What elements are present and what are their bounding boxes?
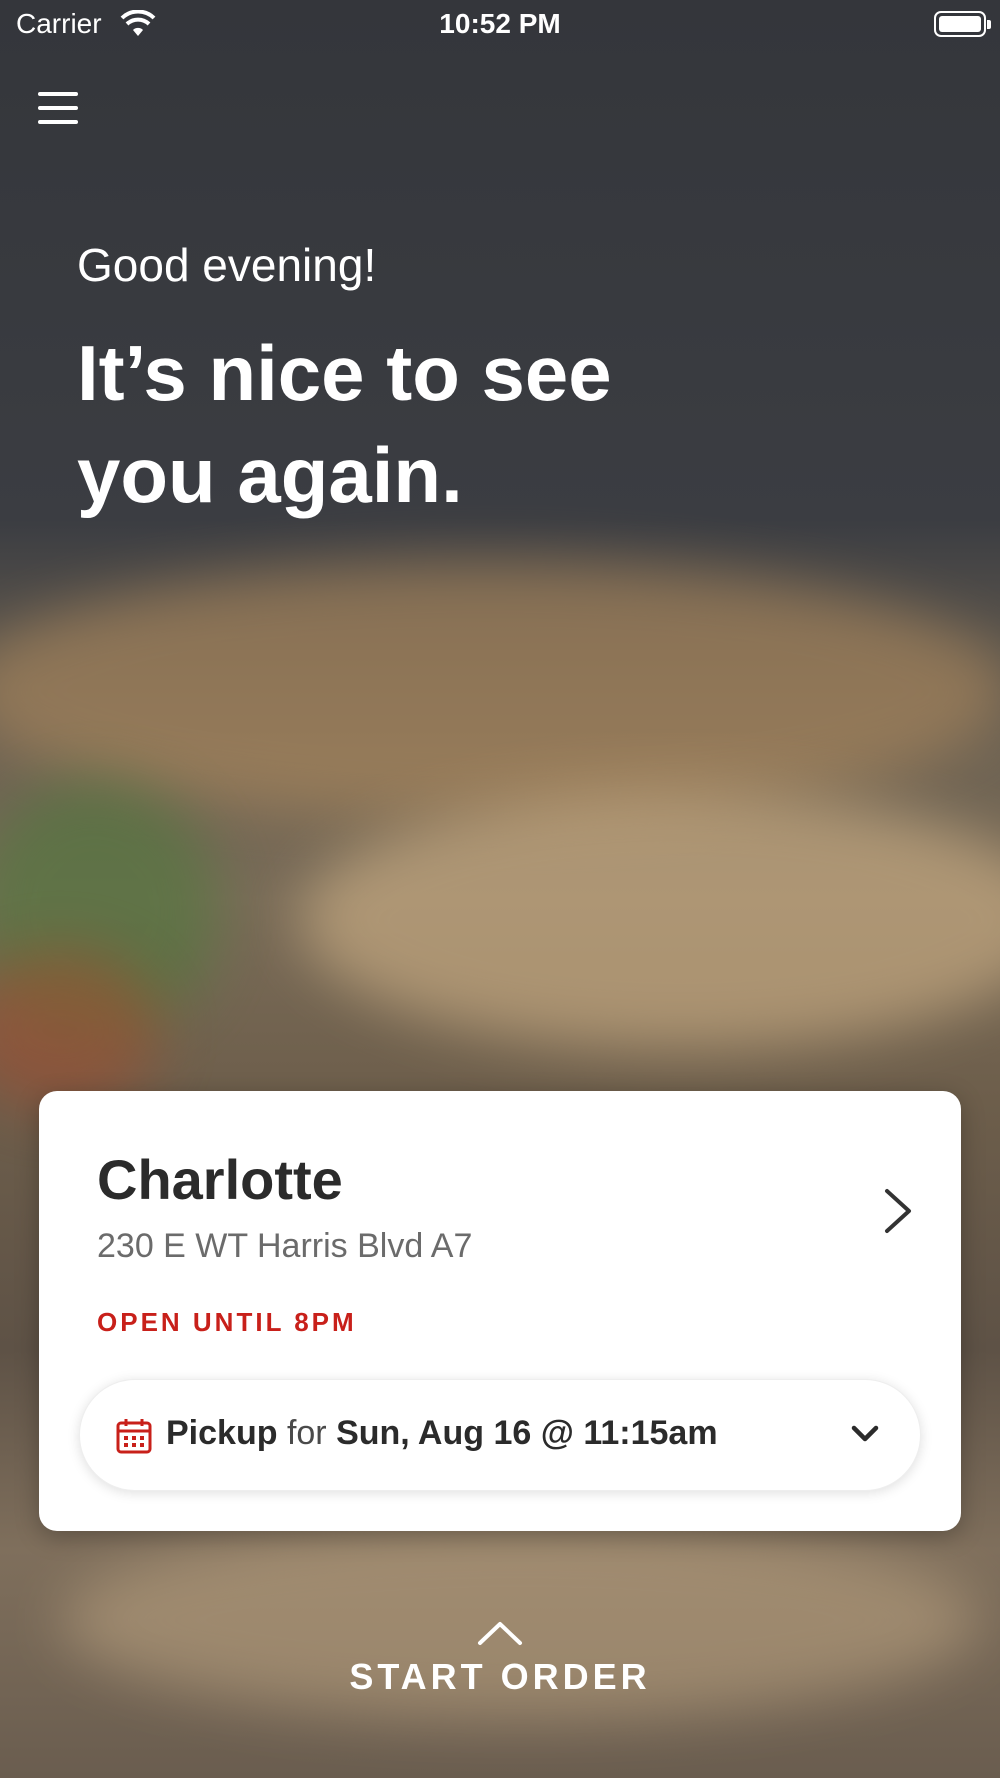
pickup-connector: for <box>286 1414 327 1452</box>
start-order-button[interactable]: START ORDER <box>0 1620 1000 1698</box>
chevron-up-icon <box>478 1622 522 1645</box>
battery-icon <box>934 11 991 37</box>
start-order-label: START ORDER <box>349 1656 651 1697</box>
pickup-time-selector[interactable]: Pickup for Sun, Aug 16 @ 11:15am <box>79 1379 921 1491</box>
status-bar: Carrier 10:52 PM <box>0 0 1000 50</box>
location-name: Charlotte <box>97 1148 343 1211</box>
location-address: 230 E WT Harris Blvd A7 <box>97 1227 473 1265</box>
hamburger-menu-icon[interactable] <box>38 92 78 130</box>
pickup-summary: Pickup for Sun, Aug 16 @ 11:15am <box>166 1414 718 1453</box>
greeting-text: Good evening! <box>77 239 377 291</box>
open-hours-label: OPEN UNTIL 8PM <box>97 1307 357 1337</box>
pickup-mode: Pickup <box>166 1414 278 1452</box>
location-card[interactable]: Charlotte 230 E WT Harris Blvd A7 OPEN U… <box>39 1091 961 1531</box>
pickup-datetime: Sun, Aug 16 @ 11:15am <box>336 1414 718 1452</box>
status-time: 10:52 PM <box>439 8 561 39</box>
chevron-right-icon[interactable] <box>877 1181 917 1241</box>
calendar-icon <box>116 1419 152 1454</box>
welcome-headline: It’s nice to see you again. <box>77 329 612 519</box>
chevron-down-icon[interactable] <box>850 1422 880 1446</box>
